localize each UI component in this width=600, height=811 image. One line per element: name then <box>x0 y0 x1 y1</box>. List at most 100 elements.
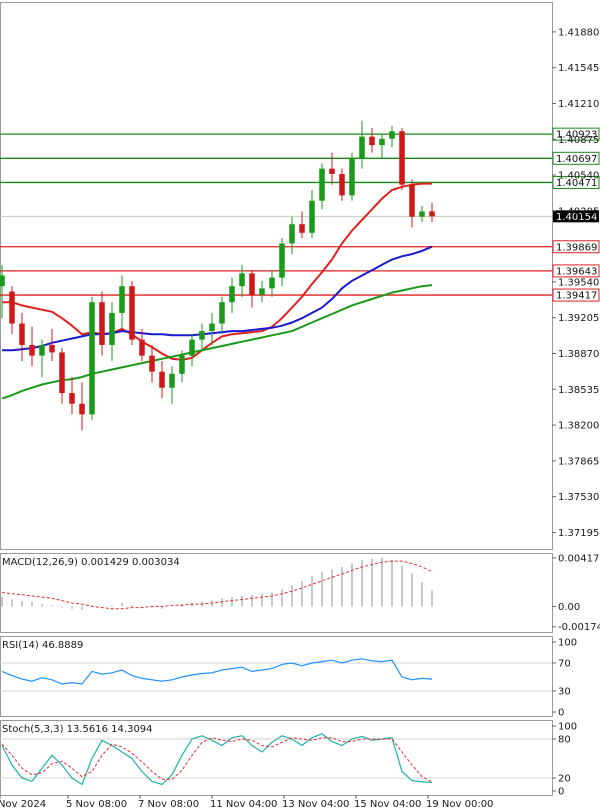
candle <box>59 348 65 404</box>
price-tick-label: 1.41210 <box>558 99 599 110</box>
candle <box>389 125 395 148</box>
rsi-tick-label: 70 <box>558 659 571 670</box>
candle-body <box>259 288 265 295</box>
price-tick-label: 1.41880 <box>558 27 599 38</box>
level-label: 1.39643 <box>556 266 597 277</box>
candle <box>239 264 245 297</box>
candle-body <box>399 131 405 185</box>
candle-body <box>39 344 45 356</box>
rsi-tick-label: 100 <box>558 638 577 649</box>
candle <box>369 128 375 153</box>
candle-body <box>389 131 395 139</box>
candle-body <box>99 302 105 345</box>
price-tick-label: 1.41545 <box>558 63 599 74</box>
rsi-title: RSI(14) 46.8889 <box>2 640 83 651</box>
candle-body <box>349 157 355 196</box>
candle-body <box>159 371 165 388</box>
stoch-title: Stoch(5,3,3) 13.5616 14.3094 <box>2 724 153 735</box>
price-tick-label: 1.39540 <box>558 277 599 288</box>
price-tick-label: 1.39205 <box>558 313 599 324</box>
price-tick-label: 1.37865 <box>558 456 599 467</box>
stoch-d-line <box>1 737 433 783</box>
candle <box>129 280 135 345</box>
macd-panel: MACD(12,26,9) 0.001429 0.003034 0.004179 0… <box>1 553 600 633</box>
candle-body <box>189 339 195 356</box>
candle-body <box>309 200 315 233</box>
candle-body <box>419 211 425 217</box>
candle <box>209 312 215 345</box>
candle-body <box>109 312 115 345</box>
stoch-tick-label: 0 <box>558 787 564 798</box>
candle-body <box>49 344 55 353</box>
candle <box>299 211 305 239</box>
candle <box>159 360 165 399</box>
stoch-tick-label: 100 <box>558 722 577 733</box>
price-tick-label: 1.37530 <box>558 492 599 503</box>
time-tick-label: 11 Nov 04:00 <box>210 799 277 810</box>
candle-body <box>369 136 375 146</box>
candle <box>419 206 425 223</box>
candle <box>329 152 335 185</box>
candle <box>199 323 205 351</box>
candles-layer <box>0 120 435 431</box>
candle-body <box>359 136 365 158</box>
level-label: 1.39417 <box>556 291 597 302</box>
candle <box>149 344 155 383</box>
time-tick-label: 19 Nov 00:00 <box>426 799 493 810</box>
candle <box>349 152 355 201</box>
candle <box>119 275 125 329</box>
macd-tick-label: 0.00 <box>558 602 580 613</box>
candle <box>89 296 95 420</box>
macd-tick-label: -0.001748 <box>558 622 600 633</box>
time-tick-label: 15 Nov 04:00 <box>354 799 421 810</box>
candle <box>279 238 285 287</box>
candle <box>19 312 25 361</box>
candle-body <box>9 291 15 324</box>
candle-body <box>289 224 295 244</box>
price-tick-label: 1.38870 <box>558 349 599 360</box>
horizontal-levels-layer: 1.409231.406971.404711.398691.396431.394… <box>0 127 600 302</box>
moving-average-line <box>1 284 433 400</box>
candle-body <box>339 174 345 196</box>
candle-body <box>169 373 175 388</box>
rsi-tick-label: 30 <box>558 687 571 698</box>
candle <box>49 328 55 361</box>
rsi-tick-label: 0 <box>558 708 564 719</box>
candle-body <box>199 331 205 340</box>
candle-body <box>19 323 25 345</box>
candle-body <box>279 243 285 278</box>
price-tick-label: 1.38200 <box>558 421 599 432</box>
candle <box>229 277 235 313</box>
macd-tick-label: 0.004179 <box>558 553 600 564</box>
candle-body <box>29 344 35 356</box>
candle-body <box>59 352 65 394</box>
candle <box>69 376 75 415</box>
macd-signal-line <box>1 560 433 610</box>
candle-body <box>179 355 185 374</box>
candle <box>309 190 315 239</box>
time-tick-label: Nov 2024 <box>0 799 46 810</box>
candle <box>219 296 225 335</box>
candle <box>9 286 15 335</box>
candle <box>169 366 175 404</box>
candle-body <box>139 339 145 356</box>
candle-body <box>79 403 85 415</box>
price-tick-label: 1.37195 <box>558 528 599 539</box>
candle <box>339 168 345 201</box>
candle <box>429 202 435 223</box>
candle-body <box>249 273 255 295</box>
time-tick-label: 5 Nov 08:00 <box>66 799 127 810</box>
candlestick-chart: 1.409231.406971.404711.398691.396431.394… <box>0 2 600 810</box>
price-tick-label: 1.40875 <box>558 135 599 146</box>
candle-body <box>219 302 225 324</box>
price-tick-label: 1.38535 <box>558 385 599 396</box>
candle-body <box>239 273 245 287</box>
stochastic-panel: Stoch(5,3,3) 13.5616 14.3094 100 80 20 0 <box>0 722 577 798</box>
candle-body <box>329 168 335 175</box>
stoch-tick-label: 80 <box>558 735 571 746</box>
axis-layer: 1.41880 1.41545 1.41210 1.40875 1.40540 1.402… <box>0 27 599 810</box>
candle <box>259 280 265 303</box>
level-label: 1.40697 <box>556 154 597 165</box>
candle <box>409 179 415 228</box>
macd-title: MACD(12,26,9) 0.001429 0.003034 <box>2 557 180 568</box>
